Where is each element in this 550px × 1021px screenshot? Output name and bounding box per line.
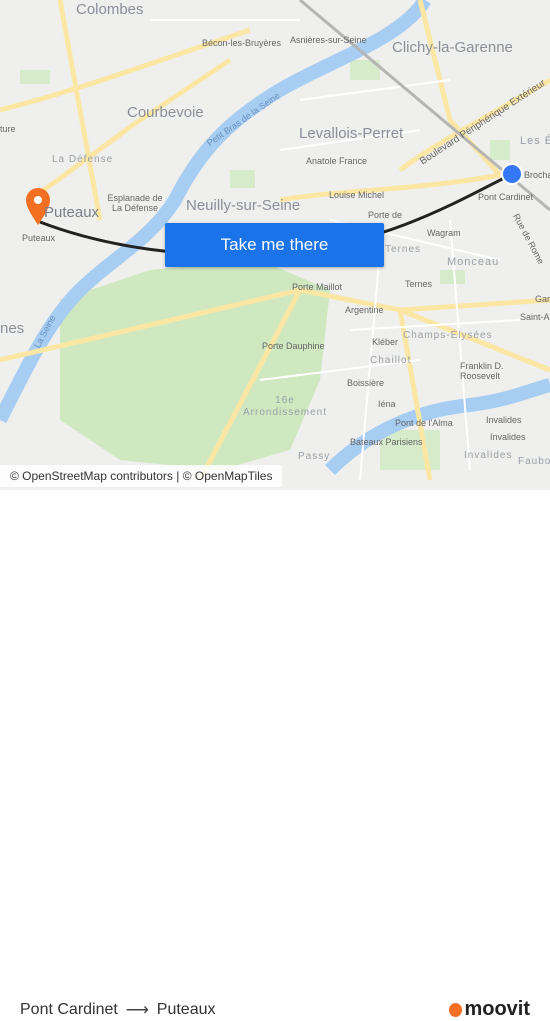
place-label: Courbevoie: [127, 104, 204, 121]
station-label: Pont Cardinet: [478, 192, 534, 202]
station-label: Esplanade de La Défense: [107, 193, 163, 213]
station-label: Franklin D. Roosevelt: [460, 361, 504, 381]
place-label: Invalides: [464, 450, 513, 461]
station-label: Saint-A: [520, 312, 550, 322]
footer: Pont Cardinet ⟶ Puteaux moovit: [0, 490, 550, 1020]
park: [490, 140, 510, 160]
park: [380, 430, 440, 470]
place-label: Colombes: [76, 1, 144, 18]
brand-name: moovit: [464, 998, 530, 1020]
station-label: Louise Michel: [329, 190, 385, 200]
place-label: Clichy-la-Garenne: [392, 39, 513, 56]
station-label: Invalides: [490, 432, 526, 442]
station-label: Wagram: [427, 228, 461, 238]
station-label: Pont de l'Alma: [395, 418, 453, 428]
arrow-right-icon: ⟶: [125, 1002, 149, 1019]
origin-marker: [501, 163, 523, 185]
park: [440, 270, 465, 284]
station-label: Porte Dauphine: [262, 341, 325, 351]
moovit-logo[interactable]: moovit: [449, 998, 530, 1021]
station-label: Gar: [535, 294, 550, 304]
place-label: Les Ép: [520, 135, 550, 147]
place-label: Neuilly-sur-Seine: [186, 197, 301, 214]
station-label: Porte de: [368, 210, 403, 220]
place-label: Levallois-Perret: [299, 125, 404, 142]
place-label: Chaillot: [370, 355, 412, 366]
station-label: Iéna: [378, 399, 396, 409]
place-label: nes: [0, 320, 25, 337]
station-label: Ternes: [405, 279, 433, 289]
station-label: Argentine: [345, 305, 384, 315]
place-label: La Défense: [52, 154, 114, 165]
map-attribution[interactable]: © OpenStreetMap contributors | © OpenMap…: [0, 465, 283, 487]
station-label: Anatole France: [306, 156, 368, 166]
place-label: Bécon-les-Bruyères: [202, 38, 282, 48]
origin-name: Pont Cardinet: [20, 1001, 118, 1018]
place-label: Passy: [298, 451, 331, 462]
station-label: Invalides: [486, 415, 522, 425]
map[interactable]: Colombes Bécon-les-Bruyères Asnières-sur…: [0, 0, 550, 490]
place-label: Monceau: [447, 256, 500, 268]
place-label: Asnières-sur-Seine: [290, 35, 367, 45]
place-label: Puteaux: [44, 204, 100, 221]
route-summary: Pont Cardinet ⟶ Puteaux: [20, 1000, 216, 1020]
destination-name: Puteaux: [156, 1001, 216, 1018]
station-label: Brochant: [524, 170, 550, 180]
place-label: 16e Arrondissement: [242, 395, 328, 418]
place-label: Ternes: [385, 244, 422, 255]
place-label: Champs-Élysées: [403, 330, 493, 341]
station-label: Bateaux Parisiens: [350, 437, 423, 447]
moovit-pin-icon: [449, 1002, 463, 1017]
park: [20, 70, 50, 84]
station-label: Porte Maillot: [292, 282, 343, 292]
take-me-there-button[interactable]: Take me there: [165, 223, 384, 267]
place-label: Faubo: [518, 456, 550, 467]
station-label: Kléber: [372, 337, 399, 347]
place-label: ture: [0, 124, 16, 134]
station-label: Puteaux: [22, 233, 56, 243]
station-label: Boissière: [347, 378, 385, 388]
park: [230, 170, 255, 188]
